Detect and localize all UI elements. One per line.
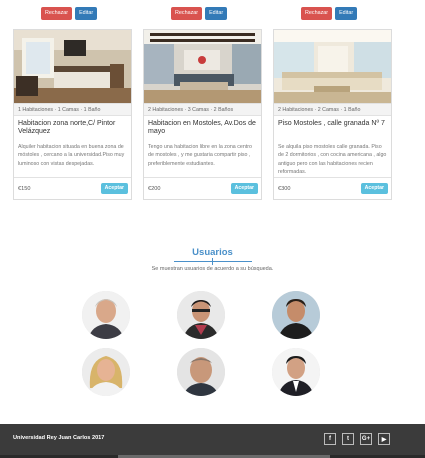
listing-meta: 2 Habitaciones · 2 Camas · 1 Baño [274, 103, 391, 116]
user-avatar[interactable] [177, 291, 225, 339]
listing-title[interactable]: Habitacion zona norte,C/ Pintor Velázque… [18, 120, 128, 136]
listing-title[interactable]: Piso Mostoles , calle granada Nº 7 [278, 120, 388, 128]
accept-button[interactable]: Aceptar [100, 183, 128, 194]
section-divider [174, 261, 252, 262]
edit-button[interactable]: Editar [205, 7, 228, 20]
edit-button[interactable]: Editar [75, 7, 98, 20]
listing-photo[interactable] [14, 30, 131, 103]
listing-footer: €150 Aceptar [14, 177, 131, 200]
reject-button[interactable]: Rechazar [41, 7, 73, 20]
facebook-icon[interactable]: f [324, 433, 336, 445]
accept-button[interactable]: Aceptar [360, 183, 388, 194]
twitter-icon[interactable]: t [342, 433, 354, 445]
accept-button[interactable]: Aceptar [230, 183, 258, 194]
reject-button[interactable]: Rechazar [301, 7, 333, 20]
listing-card: 1 Habitaciones · 1 Camas · 1 Baño Habita… [13, 29, 132, 200]
listing-actions: Rechazar Editar [171, 7, 228, 21]
listing-description: Se alquila piso mostoles calle granada. … [278, 144, 387, 175]
listing-title[interactable]: Habitacion en Mostoles, Av.Dos de mayo [148, 120, 258, 136]
section-subtitle: Se muestran usuarios de acuerdo a su bús… [151, 266, 274, 272]
listing-footer: €300 Aceptar [274, 177, 391, 200]
user-avatar[interactable] [82, 291, 130, 339]
listing-description: Tengo una habitacion libre en la zona ce… [148, 144, 252, 167]
listing-actions: Rechazar Editar [301, 7, 358, 21]
edit-button[interactable]: Editar [335, 7, 358, 20]
user-avatar[interactable] [82, 348, 130, 396]
listing-actions: Rechazar Editar [41, 7, 98, 21]
listing-price: €300 [278, 186, 291, 192]
user-avatar[interactable] [272, 348, 320, 396]
listing-card: 2 Habitaciones · 3 Camas · 2 Baños Habit… [143, 29, 262, 200]
listing-price: €200 [148, 186, 161, 192]
listing-description: Alquiler habitacion situada en buena zon… [18, 144, 125, 167]
section-title: Usuarios [192, 247, 233, 258]
listing-photo[interactable] [274, 30, 391, 103]
google-plus-icon[interactable]: G+ [360, 433, 372, 445]
user-avatar[interactable] [272, 291, 320, 339]
listing-card: 2 Habitaciones · 2 Camas · 1 Baño Piso M… [273, 29, 392, 200]
listing-meta: 1 Habitaciones · 1 Camas · 1 Baño [14, 103, 131, 116]
user-avatar[interactable] [177, 348, 225, 396]
reject-button[interactable]: Rechazar [171, 7, 203, 20]
listing-footer: €200 Aceptar [144, 177, 261, 200]
listing-meta: 2 Habitaciones · 3 Camas · 2 Baños [144, 103, 261, 116]
listing-photo[interactable] [144, 30, 261, 103]
site-footer: Universidad Rey Juan Carlos 2017 f t G+ … [0, 424, 425, 458]
footer-copyright: Universidad Rey Juan Carlos 2017 [13, 435, 105, 441]
listing-price: €150 [18, 186, 31, 192]
section-divider-mark [212, 258, 213, 265]
youtube-icon[interactable]: ▶ [378, 433, 390, 445]
